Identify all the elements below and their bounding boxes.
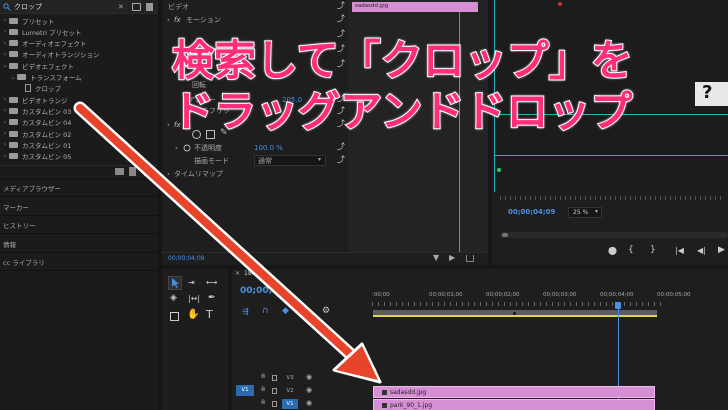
drag-arrow-icon	[73, 101, 382, 384]
premiere-workspace: ✕ ›プリセット›Lumetri プリセット›オーディオエフェクト›オーディオト…	[0, 0, 728, 410]
